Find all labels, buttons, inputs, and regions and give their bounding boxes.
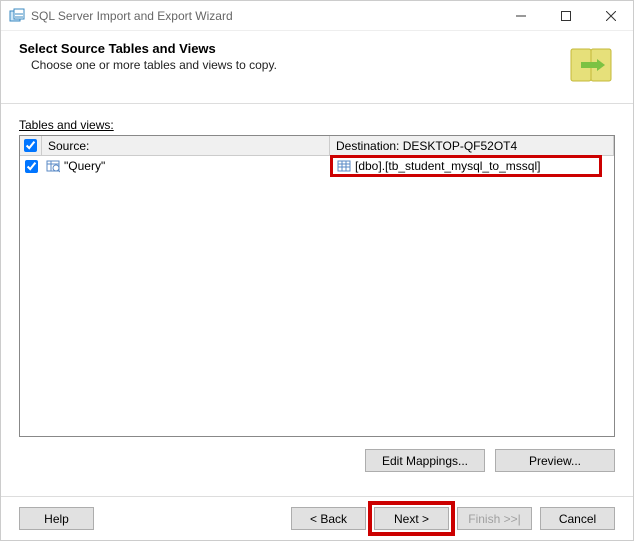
select-all-checkbox[interactable] bbox=[24, 139, 37, 152]
destination-value[interactable]: [dbo].[tb_student_mysql_to_mssql] bbox=[355, 159, 540, 173]
finish-button: Finish >>| bbox=[457, 507, 532, 530]
grid-header: Source: Destination: DESKTOP-QF52OT4 bbox=[20, 136, 614, 156]
edit-mappings-button[interactable]: Edit Mappings... bbox=[365, 449, 485, 472]
table-row[interactable]: "Query" [dbo].[tb_student_mysql_to_mssql… bbox=[20, 156, 614, 176]
query-icon bbox=[46, 159, 60, 173]
tables-grid[interactable]: Source: Destination: DESKTOP-QF52OT4 "Qu… bbox=[19, 135, 615, 437]
back-button[interactable]: < Back bbox=[291, 507, 366, 530]
wizard-footer: Help < Back Next > Finish >>| Cancel bbox=[1, 496, 633, 540]
column-header-source[interactable]: Source: bbox=[42, 136, 330, 155]
wizard-header: Select Source Tables and Views Choose on… bbox=[1, 31, 633, 104]
close-button[interactable] bbox=[588, 1, 633, 30]
titlebar: SQL Server Import and Export Wizard bbox=[1, 1, 633, 31]
page-title: Select Source Tables and Views bbox=[19, 41, 567, 56]
source-value: "Query" bbox=[64, 159, 105, 173]
wizard-icon bbox=[567, 41, 615, 89]
app-icon bbox=[9, 8, 25, 24]
window-title: SQL Server Import and Export Wizard bbox=[31, 9, 498, 23]
table-icon bbox=[337, 159, 351, 173]
minimize-button[interactable] bbox=[498, 1, 543, 30]
tables-views-label: Tables and views: bbox=[19, 118, 615, 132]
maximize-button[interactable] bbox=[543, 1, 588, 30]
help-button[interactable]: Help bbox=[19, 507, 94, 530]
next-button[interactable]: Next > bbox=[374, 507, 449, 530]
column-header-destination[interactable]: Destination: DESKTOP-QF52OT4 bbox=[330, 136, 614, 155]
destination-highlight: [dbo].[tb_student_mysql_to_mssql] bbox=[330, 155, 602, 177]
content-area: Tables and views: Source: Destination: D… bbox=[1, 104, 633, 437]
preview-button[interactable]: Preview... bbox=[495, 449, 615, 472]
page-subtitle: Choose one or more tables and views to c… bbox=[19, 58, 567, 72]
cancel-button[interactable]: Cancel bbox=[540, 507, 615, 530]
grid-action-row: Edit Mappings... Preview... bbox=[1, 437, 633, 480]
row-checkbox[interactable] bbox=[25, 160, 38, 173]
